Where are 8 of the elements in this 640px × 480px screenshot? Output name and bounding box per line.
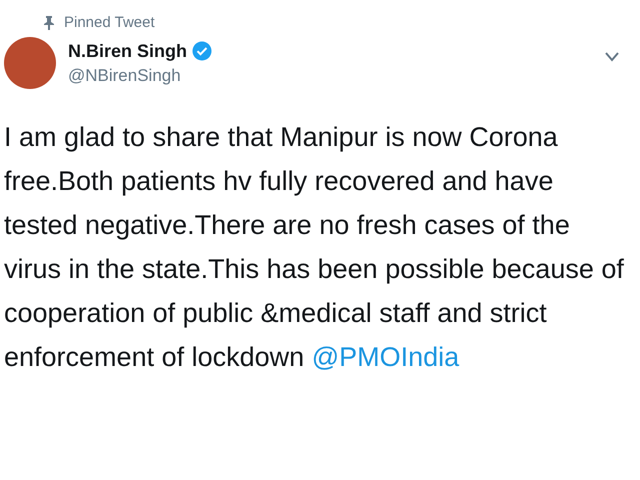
author-handle[interactable]: @NBirenSingh [68,66,592,86]
author-name[interactable]: N.Biren Singh [68,40,188,62]
pin-icon [44,16,54,30]
tweet-text: I am glad to share that Manipur is now Corona free.Both patients hv fully recovered and have tested negative.There are no fresh cases of the virus in the state.This has been possible because of cooperation of public &medical staff and strict enforcement of lockdown @PMOIndia [4,121,625,374]
mention-link[interactable]: @PMOIndia [312,342,460,372]
avatar-placeholder[interactable] [4,37,56,89]
pinned-label: Pinned Tweet [64,14,155,31]
caret-icon[interactable] [604,51,620,63]
